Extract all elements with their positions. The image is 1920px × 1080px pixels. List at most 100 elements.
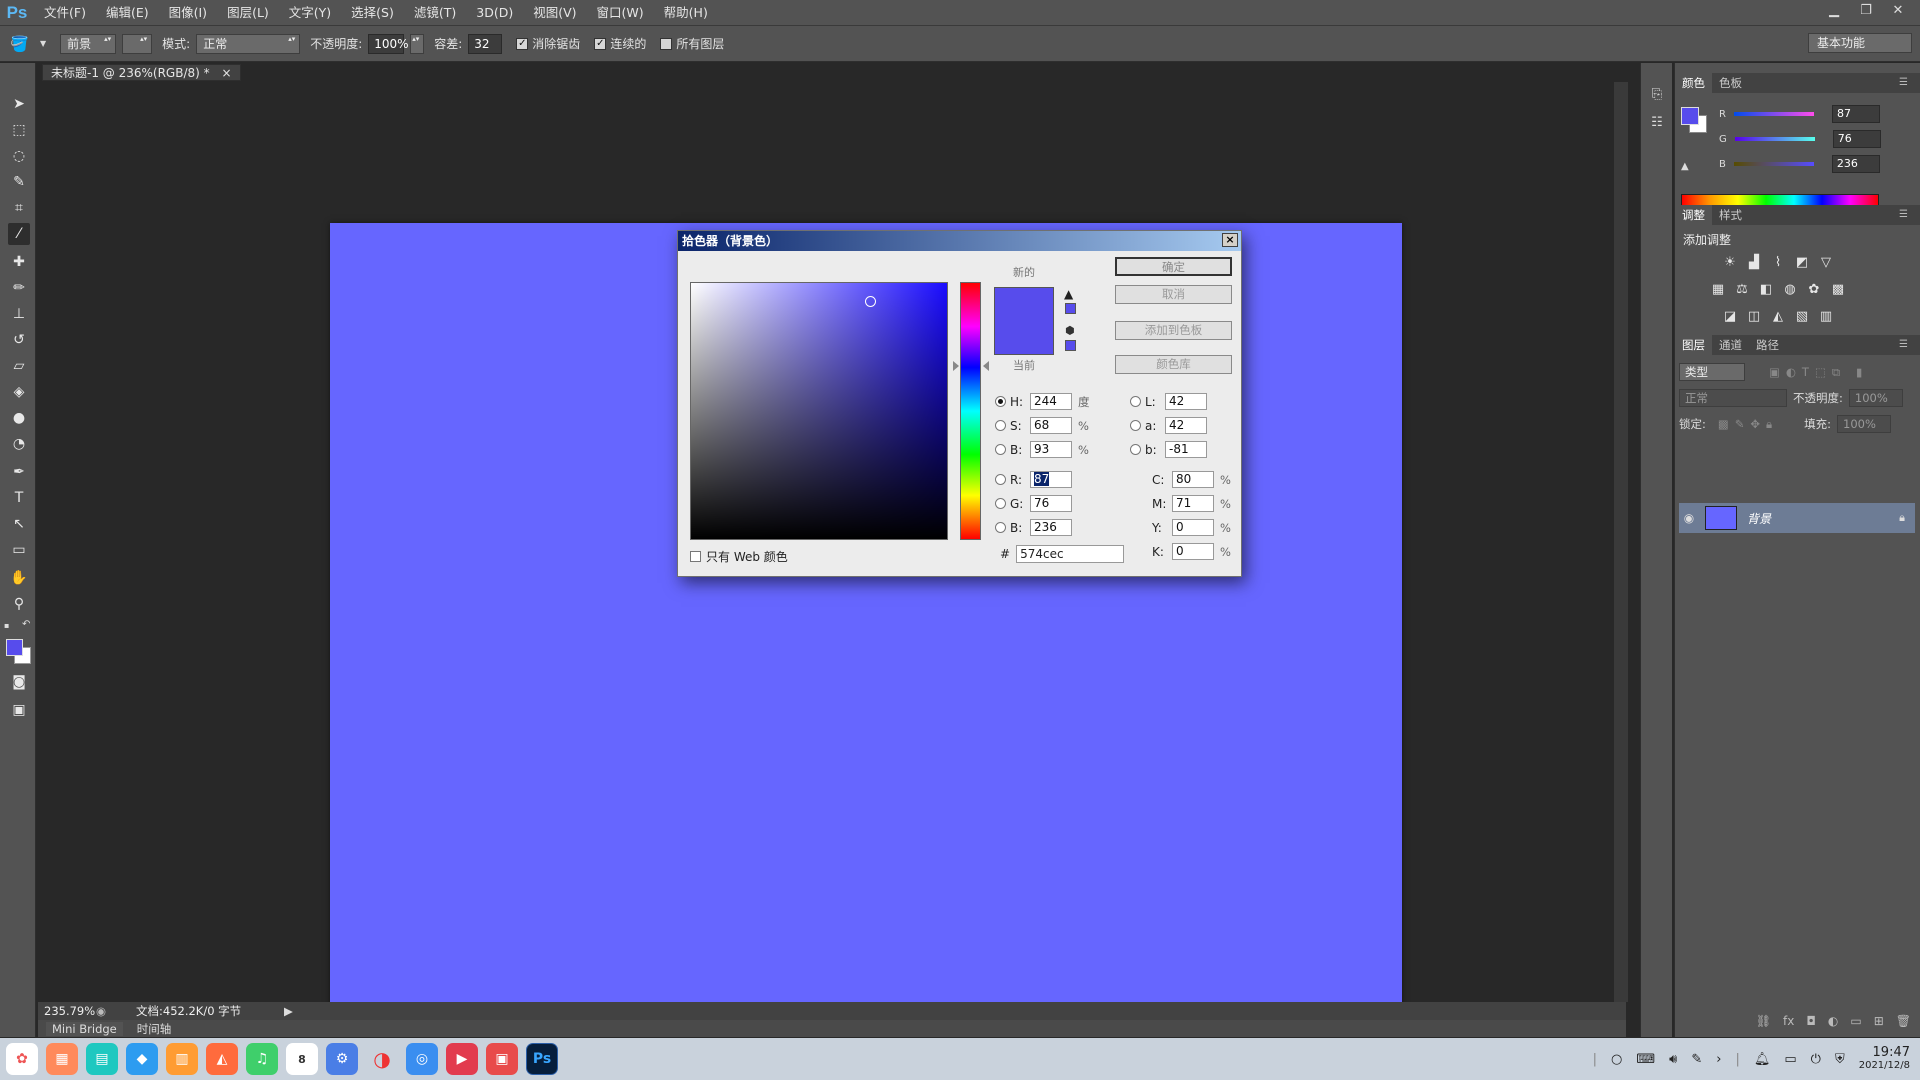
paint-bucket-tool-icon[interactable]: 🪣 [10, 35, 34, 53]
gamut-warning-icon[interactable]: ▲ [1681, 161, 1689, 172]
antialias-checkbox[interactable]: ✓ 消除锯齿 [516, 35, 580, 52]
tab-adjustments[interactable]: 调整 [1675, 205, 1712, 225]
posterize-icon[interactable]: ◫ [1745, 309, 1763, 327]
menu-help[interactable]: 帮助(H) [654, 0, 718, 26]
brightness-radio[interactable] [995, 444, 1006, 455]
filter-adjustment-icon[interactable]: ◐ [1786, 365, 1796, 379]
gamut-color-swatch[interactable] [1065, 303, 1076, 314]
photo-filter-icon[interactable]: ◍ [1781, 282, 1799, 300]
cancel-button[interactable]: 取消 [1115, 285, 1232, 304]
lab-l-input[interactable]: 42 [1165, 393, 1207, 410]
panel-menu-icon[interactable]: ☰ [1892, 73, 1915, 93]
vertical-scrollbar[interactable] [1614, 82, 1628, 1002]
healing-brush-tool-icon[interactable]: ✚ [8, 251, 30, 273]
selective-color-icon[interactable]: ▧ [1793, 309, 1811, 327]
magenta-input[interactable]: 71 [1172, 495, 1214, 512]
hue-slider[interactable] [960, 282, 981, 540]
screen-mode-icon[interactable]: ▣ [8, 699, 30, 721]
saturation-input[interactable]: 68 [1030, 417, 1072, 434]
tab-color[interactable]: 颜色 [1675, 73, 1712, 93]
channel-mixer-icon[interactable]: ✿ [1805, 282, 1823, 300]
app-store-icon[interactable]: ◆ [126, 1043, 158, 1075]
layer-style-icon[interactable]: fx [1783, 1014, 1794, 1028]
lock-transparent-icon[interactable]: ▩ [1718, 417, 1729, 431]
calendar-icon[interactable]: 8 [286, 1043, 318, 1075]
all-layers-checkbox[interactable]: 所有图层 [660, 35, 724, 52]
new-layer-icon[interactable]: ⊞ [1874, 1014, 1884, 1028]
notification-bell-icon[interactable]: 🔔︎ [1754, 1052, 1771, 1067]
filter-smart-object-icon[interactable]: ⧉ [1832, 365, 1840, 380]
lab-b-radio[interactable] [1130, 444, 1141, 455]
paint-bucket-tool-icon[interactable]: ◈ [8, 381, 30, 403]
image-viewer-icon[interactable]: ◭ [206, 1043, 238, 1075]
document-tab[interactable]: 未标题-1 @ 236%(RGB/8) * × [42, 64, 241, 81]
lab-l-radio[interactable] [1130, 396, 1141, 407]
zoom-level[interactable]: 235.79% [38, 1004, 96, 1018]
crop-tool-icon[interactable]: ⌗ [8, 197, 30, 219]
pen-icon[interactable]: ✎ [1691, 1052, 1702, 1067]
fill-source-select[interactable]: 前景 [60, 33, 117, 54]
ok-button[interactable]: 确定 [1115, 257, 1232, 276]
settings-icon[interactable]: ⚙ [326, 1043, 358, 1075]
shape-tool-icon[interactable]: ▭ [8, 539, 30, 561]
chevron-right-icon[interactable]: › [1716, 1052, 1721, 1067]
minimize-icon[interactable]: ▁ [1818, 0, 1850, 20]
zoom-tool-icon[interactable]: ⚲ [8, 593, 30, 615]
dodge-tool-icon[interactable]: ◔ [8, 433, 30, 455]
blend-mode-select[interactable]: 正常 [1679, 389, 1787, 407]
vibrance-icon[interactable]: ▽ [1817, 255, 1835, 273]
add-mask-icon[interactable]: ◘ [1806, 1014, 1816, 1028]
tool-preset-chevron-icon[interactable]: ▼ [40, 39, 46, 48]
curves-icon[interactable]: ⌇ [1769, 255, 1787, 273]
black-white-icon[interactable]: ◧ [1757, 282, 1775, 300]
hue-slider-right-arrow[interactable] [983, 361, 989, 371]
brightness-contrast-icon[interactable]: ☀ [1721, 255, 1739, 273]
blur-tool-icon[interactable]: ● [8, 407, 30, 429]
blue-value-input[interactable]: 236 [1831, 155, 1880, 173]
menu-window[interactable]: 窗口(W) [587, 0, 654, 26]
type-tool-icon[interactable]: T [8, 487, 30, 509]
yellow-input[interactable]: 0 [1172, 519, 1214, 536]
filter-shape-icon[interactable]: ⬚ [1815, 365, 1826, 379]
invert-icon[interactable]: ◪ [1721, 309, 1739, 327]
tray-dot-icon[interactable]: ○ [1611, 1052, 1622, 1067]
layer-fill-input[interactable]: 100% [1837, 415, 1892, 433]
cyan-input[interactable]: 80 [1172, 471, 1214, 488]
delete-layer-icon[interactable]: 🗑︎ [1896, 1014, 1911, 1028]
menu-image[interactable]: 图像(I) [159, 0, 217, 26]
quick-mask-icon[interactable]: ◙ [8, 671, 30, 693]
new-adjustment-layer-icon[interactable]: ◐ [1828, 1014, 1838, 1028]
lab-a-input[interactable]: 42 [1165, 417, 1207, 434]
volume-icon[interactable]: 🔊︎ [1669, 1052, 1677, 1067]
hex-input[interactable]: 574cec [1016, 545, 1125, 563]
foreground-color-swatch[interactable] [6, 639, 23, 656]
screen-recorder-icon[interactable]: ▣ [486, 1043, 518, 1075]
tab-channels[interactable]: 通道 [1712, 335, 1749, 355]
eyedropper-tool-icon[interactable]: ⁄ [8, 223, 30, 245]
lasso-tool-icon[interactable]: ◌ [8, 145, 30, 167]
display-icon[interactable]: ▭ [1784, 1052, 1796, 1067]
history-panel-icon[interactable]: ⎘ [1648, 87, 1666, 105]
hand-tool-icon[interactable]: ✋ [8, 567, 30, 589]
link-layers-icon[interactable]: ⛓ [1756, 1014, 1771, 1028]
blue-radio[interactable] [995, 522, 1006, 533]
panel-menu-icon[interactable]: ☰ [1892, 205, 1915, 225]
security-shield-icon[interactable]: ⛨ [1835, 1052, 1845, 1067]
green-slider[interactable] [1734, 137, 1815, 141]
levels-icon[interactable]: ▟ [1745, 255, 1763, 273]
exposure-icon[interactable]: ◩ [1793, 255, 1811, 273]
mode-select[interactable]: 正常 [196, 33, 301, 54]
filter-pixel-icon[interactable]: ▣ [1769, 365, 1780, 379]
layer-opacity-input[interactable]: 100% [1848, 389, 1903, 407]
dialog-close-button[interactable]: × [1222, 233, 1238, 247]
layer-name[interactable]: 背景 [1747, 510, 1771, 527]
lock-position-icon[interactable]: ✥ [1750, 417, 1760, 431]
color-libraries-button[interactable]: 颜色库 [1115, 355, 1232, 374]
app-grid-icon[interactable]: ▥ [166, 1043, 198, 1075]
lock-pixels-icon[interactable]: ✎ [1735, 417, 1745, 431]
close-tab-icon[interactable]: × [221, 66, 231, 80]
launcher-icon[interactable]: ✿ [6, 1043, 38, 1075]
blue-slider[interactable] [1733, 162, 1814, 166]
hue-saturation-icon[interactable]: ▦ [1709, 282, 1727, 300]
tab-styles[interactable]: 样式 [1712, 205, 1749, 225]
